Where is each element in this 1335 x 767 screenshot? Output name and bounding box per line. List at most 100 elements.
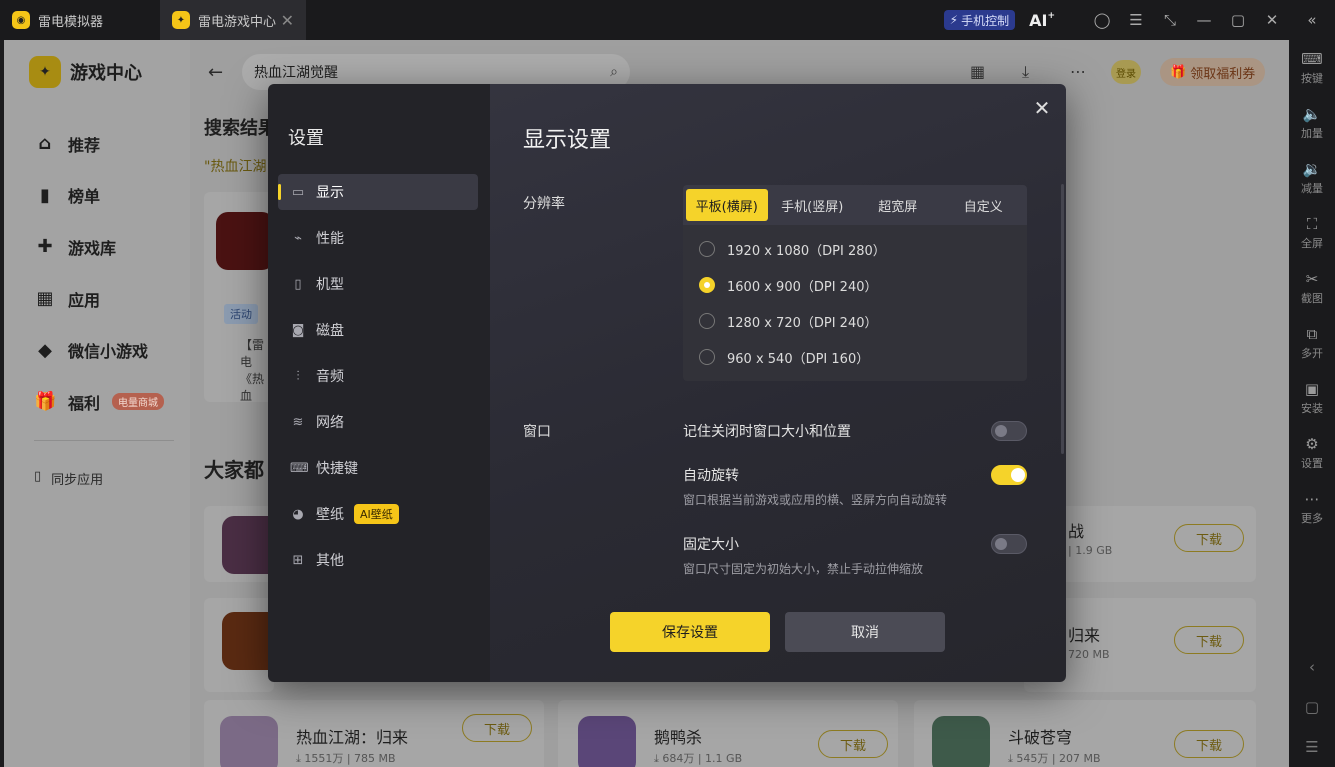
account-icon[interactable]: ◯ (1085, 0, 1119, 40)
shrink-icon[interactable]: ⤡ (1153, 0, 1187, 40)
emulator-window: ◉ 雷电模拟器 ✦ 雷电游戏中心 ✕ ⚡ 手机控制 AI+ ◯ ☰ ⤡ — ▢ … (0, 0, 1335, 767)
settings-nav-network[interactable]: ≋ 网络 (278, 404, 478, 440)
game-center-sidebar: ✦ 游戏中心 ⌂ 推荐 ▮ 榜单 ✚ 游戏库 ▦ 应用 ◆ 微信小游戏 🎁 福利 电量商城 ▯… (4, 40, 190, 767)
tab-label: 雷电模拟器 (38, 14, 104, 30)
settings-nav-other[interactable]: ⊞ 其他 (278, 542, 478, 578)
title-bar: ◉ 雷电模拟器 ✦ 雷电游戏中心 ✕ ⚡ 手机控制 AI+ ◯ ☰ ⤡ — ▢ … (0, 0, 1335, 40)
radio-button-selected[interactable] (699, 277, 715, 293)
install-icon: ▣ (1304, 379, 1320, 398)
performance-icon: ⌁ (294, 230, 302, 246)
download-button[interactable]: 下载 (1174, 524, 1244, 552)
search-icon[interactable]: ⌕ (610, 64, 618, 80)
cancel-button[interactable]: 取消 (785, 612, 945, 652)
home-icon[interactable]: ▢ (1289, 687, 1335, 727)
radio-button[interactable] (699, 313, 715, 329)
resolution-options: 1920 x 1080（DPI 280） 1600 x 900（DPI 240）… (683, 225, 1027, 381)
palette-icon: ◕ (292, 506, 304, 522)
settings-nav-model[interactable]: ▯ 机型 (278, 266, 478, 302)
nav-recommend[interactable]: ⌂ 推荐 (34, 118, 164, 170)
maximize-icon[interactable]: ▢ (1221, 0, 1255, 40)
settings-nav-shortcuts[interactable]: ⌨ 快捷键 (278, 450, 478, 486)
toolbar-volume-down[interactable]: 🔉 减量 (1289, 150, 1335, 205)
toggle-fixed-size[interactable] (991, 534, 1027, 554)
game-card[interactable]: 斗破苍穹 ⤓ 545万 | 207 MB 下载 (914, 700, 1256, 767)
nav-welfare[interactable]: 🎁 福利 电量商城 (34, 376, 165, 428)
wechat-game-icon: ◆ (38, 339, 52, 361)
resolution-option[interactable]: 960 x 540（DPI 160） (683, 339, 1027, 375)
close-tab-icon[interactable]: ✕ (281, 11, 294, 30)
settings-nav-audio[interactable]: ⫶ 音频 (278, 358, 478, 394)
scissors-icon: ✂ (1305, 269, 1319, 288)
ai-wallpaper-badge: AI壁纸 (354, 504, 399, 524)
recent-apps-icon[interactable]: ☰ (1289, 727, 1335, 767)
toolbar-settings[interactable]: ⚙ 设置 (1289, 425, 1335, 480)
game-center-nav: ⌂ 推荐 ▮ 榜单 ✚ 游戏库 ▦ 应用 ◆ 微信小游戏 🎁 福利 电量商城 (34, 118, 165, 428)
disk-icon: ◙ (291, 322, 305, 338)
sync-icon: ▯ (34, 469, 42, 484)
tab-phone-portrait[interactable]: 手机(竖屏) (772, 189, 854, 221)
toolbar-volume-up[interactable]: 🔈 加量 (1289, 95, 1335, 150)
toolbar-fullscreen[interactable]: ⛶ 全屏 (1289, 205, 1335, 260)
keyboard-icon: ⌨ (1301, 49, 1323, 68)
close-icon[interactable]: ✕ (1032, 96, 1052, 120)
tab-emulator[interactable]: ◉ 雷电模拟器 (0, 0, 160, 40)
back-icon[interactable]: ‹ (1289, 647, 1335, 687)
download-button[interactable]: 下载 (462, 714, 532, 742)
settings-nav-disk[interactable]: ◙ 磁盘 (278, 312, 478, 348)
coupon-button[interactable]: 🎁 领取福利券 (1160, 58, 1266, 86)
game-icon (220, 716, 278, 767)
settings-nav-display[interactable]: ▭ 显示 (278, 174, 478, 210)
settings-nav-performance[interactable]: ⌁ 性能 (278, 220, 478, 256)
phone-control-button[interactable]: ⚡ 手机控制 (943, 10, 1016, 30)
game-card[interactable]: 热血江湖：归来 ⤓ 1551万 | 785 MB 下载 (204, 700, 544, 767)
calendar-icon[interactable]: ▦ (970, 62, 985, 81)
grid-icon: ⊞ (292, 552, 304, 568)
scrollbar[interactable] (1061, 184, 1064, 454)
toggle-remember-window[interactable] (991, 421, 1027, 441)
nav-wechat-games[interactable]: ◆ 微信小游戏 (34, 324, 164, 376)
back-arrow-icon[interactable]: ← (208, 62, 223, 83)
nav-apps[interactable]: ▦ 应用 (34, 273, 164, 325)
settings-nav-wallpaper[interactable]: ◕ 壁纸 AI壁纸 (278, 496, 478, 532)
toolbar-keys[interactable]: ⌨ 按键 (1289, 40, 1335, 95)
gift-icon: 🎁 (1170, 64, 1187, 80)
gamepad-icon: ✚ (37, 236, 53, 258)
toolbar-screenshot[interactable]: ✂ 截图 (1289, 260, 1335, 315)
toolbar-install[interactable]: ▣ 安装 (1289, 370, 1335, 425)
more-icon[interactable]: ⋯ (1070, 62, 1086, 81)
download-button[interactable]: 下载 (818, 730, 888, 758)
minimize-icon[interactable]: — (1187, 0, 1221, 40)
phone-icon: ▯ (294, 276, 302, 292)
game-name: 斗破苍穹 (1008, 728, 1073, 747)
game-icon (578, 716, 636, 767)
download-icon[interactable]: ⤓ (1022, 62, 1029, 82)
tab-ultrawide[interactable]: 超宽屏 (857, 189, 939, 221)
nav-game-library[interactable]: ✚ 游戏库 (34, 221, 164, 273)
radio-button[interactable] (699, 349, 715, 365)
radio-button[interactable] (699, 241, 715, 257)
settings-dialog: 设置 ▭ 显示 ⌁ 性能 ▯ 机型 ◙ 磁盘 ⫶ 音频 ≋ 网络 ⌨ 快捷键 ◕ 壁纸 AI壁纸 … (268, 84, 1066, 682)
game-card[interactable] (204, 598, 280, 692)
toggle-auto-rotate[interactable] (991, 465, 1027, 485)
toolbar-multi[interactable]: ⧉ 多开 (1289, 315, 1335, 370)
sync-apps[interactable]: ▯ 同步应用 (34, 440, 174, 488)
save-button[interactable]: 保存设置 (610, 612, 770, 652)
game-card[interactable]: 鹅鸭杀 ⤓ 684万 | 1.1 GB 下载 (558, 700, 898, 767)
tab-custom[interactable]: 自定义 (943, 189, 1025, 221)
nav-rankings[interactable]: ▮ 榜单 (34, 170, 164, 222)
toolbar-more[interactable]: ⋯ 更多 (1289, 480, 1335, 535)
collapse-sidebar-icon[interactable]: « (1289, 0, 1335, 40)
resolution-option[interactable]: 1600 x 900（DPI 240） (683, 267, 1027, 303)
download-button[interactable]: 下载 (1174, 626, 1244, 654)
download-button[interactable]: 下载 (1174, 730, 1244, 758)
resolution-option[interactable]: 1920 x 1080（DPI 280） (683, 231, 1027, 267)
ai-button[interactable]: AI+ (1029, 11, 1055, 30)
login-button[interactable]: 登录 (1111, 60, 1141, 84)
close-window-icon[interactable]: ✕ (1255, 0, 1289, 40)
resolution-option[interactable]: 1280 x 720（DPI 240） (683, 303, 1027, 339)
game-card[interactable] (204, 506, 280, 582)
tab-game-center[interactable]: ✦ 雷电游戏中心 ✕ (160, 0, 306, 40)
tab-tablet-landscape[interactable]: 平板(横屏) (686, 189, 768, 221)
menu-icon[interactable]: ☰ (1119, 0, 1153, 40)
result-card[interactable]: 活动 【雷电 《热血 (204, 192, 274, 403)
